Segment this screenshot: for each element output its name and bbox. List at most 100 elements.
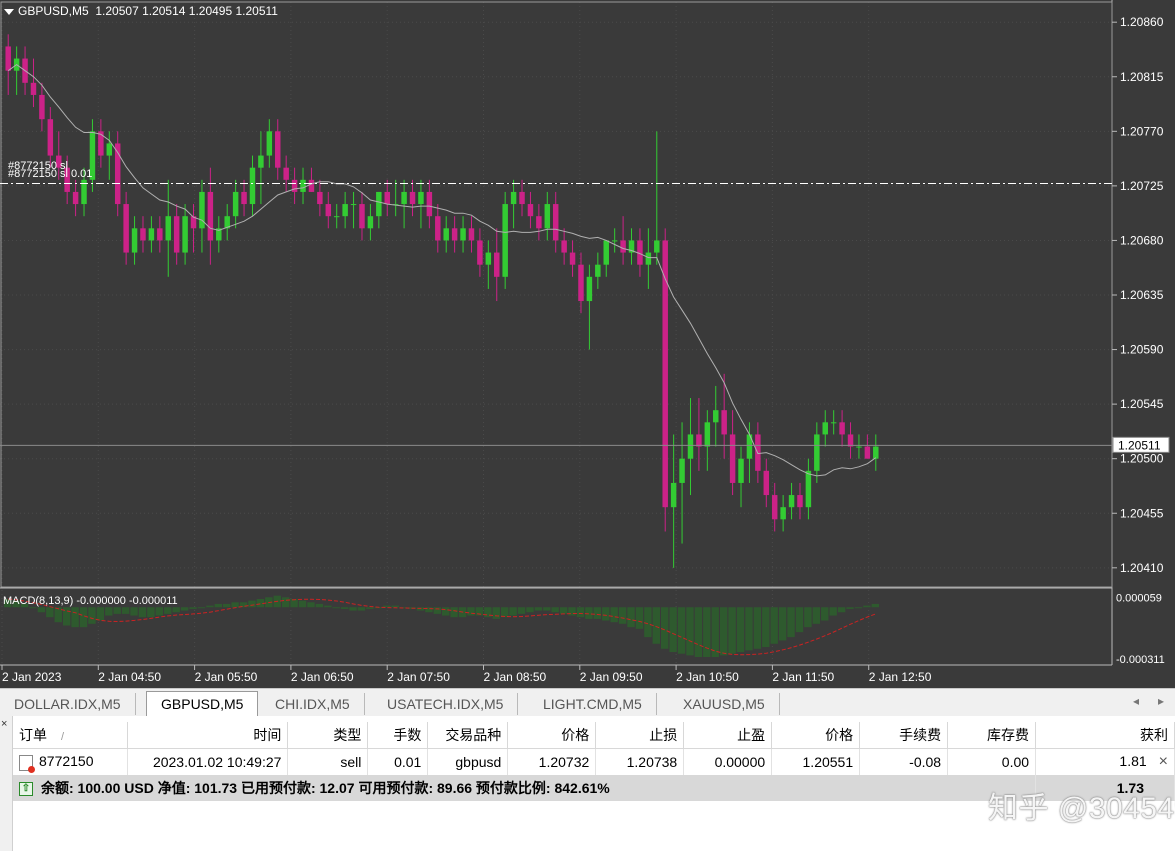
chart-title[interactable]: GBPUSD,M5 1.20507 1.20514 1.20495 1.2051… (4, 4, 278, 18)
terminal-close-icon[interactable]: × (1, 718, 7, 730)
candle-body (409, 191, 416, 205)
macd-bar (231, 602, 239, 608)
candle-body (140, 228, 146, 241)
price-tick-label: 1.20680 (1120, 233, 1164, 247)
cell-symbol: gbpusd (427, 748, 509, 775)
macd-bar (585, 607, 593, 619)
chart-canvas[interactable]: 1.20860 1.20815 1.20770 1.20725 1.20680 1.206… (0, 0, 1175, 688)
candle-body (494, 252, 500, 277)
col-commission[interactable]: 手续费 (859, 722, 949, 749)
candle-body (443, 228, 449, 241)
candle-body (654, 240, 660, 253)
col-type[interactable]: 类型 (287, 722, 369, 749)
candle-body (207, 191, 214, 241)
price-tick-label: 1.20725 (1120, 179, 1164, 193)
time-tick-label: 2 Jan 2023 (2, 670, 62, 684)
candle-body (620, 240, 626, 253)
macd-bar (492, 607, 500, 619)
terminal-side-strip (0, 716, 13, 851)
macd-bar (433, 607, 441, 614)
tab-light-cmd[interactable]: LIGHT.CMD,M5 (529, 693, 657, 715)
cell-profit: 1.81 (1119, 753, 1147, 769)
cell-type: sell (287, 748, 369, 775)
col-profit[interactable]: 获利 (1035, 722, 1175, 749)
macd-bar (812, 607, 821, 624)
macd-bar (517, 607, 526, 614)
col-symbol[interactable]: 交易品种 (427, 722, 509, 749)
watermark: 知乎 @304549 (988, 792, 1175, 825)
candle-body (350, 204, 357, 206)
macd-bar (324, 605, 332, 608)
macd-bar (526, 607, 534, 613)
candle-body (578, 264, 584, 302)
order-label-2: #8772150 sl 0.01 (8, 168, 93, 180)
macd-bar (172, 607, 180, 613)
macd-title: MACD(8,13,9) -0.000000 -0.000011 (3, 595, 178, 607)
tab-dollar-idx[interactable]: DOLLAR.IDX,M5 (0, 693, 136, 715)
col-order[interactable]: 订单 / (13, 722, 129, 749)
col-time[interactable]: 时间 (127, 722, 289, 749)
macd-bar (180, 607, 189, 611)
chart-area[interactable]: 1.20860 1.20815 1.20770 1.20725 1.20680 1.206… (0, 0, 1175, 688)
time-tick-label: 2 Jan 08:50 (484, 670, 547, 684)
candle-body (713, 410, 719, 423)
tab-scroll-right-icon[interactable]: ▸ (1158, 694, 1164, 708)
cell-order: 8772150 (39, 753, 94, 770)
price-tick-label: 1.20410 (1120, 561, 1164, 575)
tab-scroll-left-icon[interactable]: ◂ (1133, 694, 1139, 708)
candle-body (729, 434, 736, 483)
macd-bar (871, 603, 879, 608)
candle-body (797, 495, 803, 508)
time-tick-label: 2 Jan 10:50 (676, 670, 739, 684)
candle-body (418, 191, 424, 205)
order-doc-icon (19, 754, 35, 773)
macd-bar (332, 607, 340, 609)
macd-bar (719, 607, 728, 656)
cell-open-price: 1.20732 (507, 748, 597, 775)
price-tick-label: 1.20455 (1120, 506, 1164, 520)
col-sl[interactable]: 止损 (595, 722, 685, 749)
cell-lots: 0.01 (367, 748, 429, 775)
candle-body (687, 434, 694, 459)
macd-bar (568, 607, 576, 616)
macd-bar (79, 607, 88, 628)
tab-xauusd[interactable]: XAUUSD,M5 (669, 693, 780, 715)
candle-body (468, 228, 475, 241)
macd-bar (46, 607, 54, 618)
candle-body (805, 470, 812, 508)
col-open-price[interactable]: 价格 (507, 722, 597, 749)
candle-body (182, 216, 188, 253)
candle-body (376, 191, 382, 217)
candle-body (856, 446, 862, 448)
table-row[interactable]: 8772150 2023.01.02 10:49:27 sell 0.01 gb… (13, 748, 1175, 775)
candle-body (552, 204, 559, 241)
candle-body (536, 216, 542, 229)
macd-bar (416, 607, 425, 611)
macd-bar (340, 607, 349, 609)
chart-menu-icon[interactable] (4, 8, 14, 15)
tab-usatech-idx[interactable]: USATECH.IDX,M5 (373, 693, 519, 715)
col-tp[interactable]: 止盈 (683, 722, 773, 749)
candle-body (721, 410, 727, 435)
candle-body (485, 252, 492, 265)
macd-bar (736, 607, 745, 653)
col-price[interactable]: 价格 (771, 722, 861, 749)
macd-bar (559, 607, 568, 614)
candle-body (704, 422, 711, 447)
col-lots[interactable]: 手数 (367, 722, 429, 749)
macd-tick-label: 0.000059 (1116, 592, 1162, 604)
macd-bar (197, 607, 206, 609)
col-swap[interactable]: 库存费 (947, 722, 1037, 749)
time-tick-label: 2 Jan 05:50 (195, 670, 258, 684)
macd-bar (846, 607, 854, 609)
tab-chi-idx[interactable]: CHI.IDX,M5 (261, 693, 365, 715)
candle-body (317, 191, 323, 205)
candle-body (30, 82, 37, 95)
candle-body (199, 191, 205, 229)
candle-body (232, 191, 239, 217)
candle-body (595, 264, 601, 277)
close-order-icon[interactable]: × (1159, 753, 1168, 770)
tab-gbpusd[interactable]: GBPUSD,M5 (146, 691, 259, 716)
candle-body (426, 191, 433, 217)
balance-arrow-icon: ⇧ (19, 782, 33, 797)
